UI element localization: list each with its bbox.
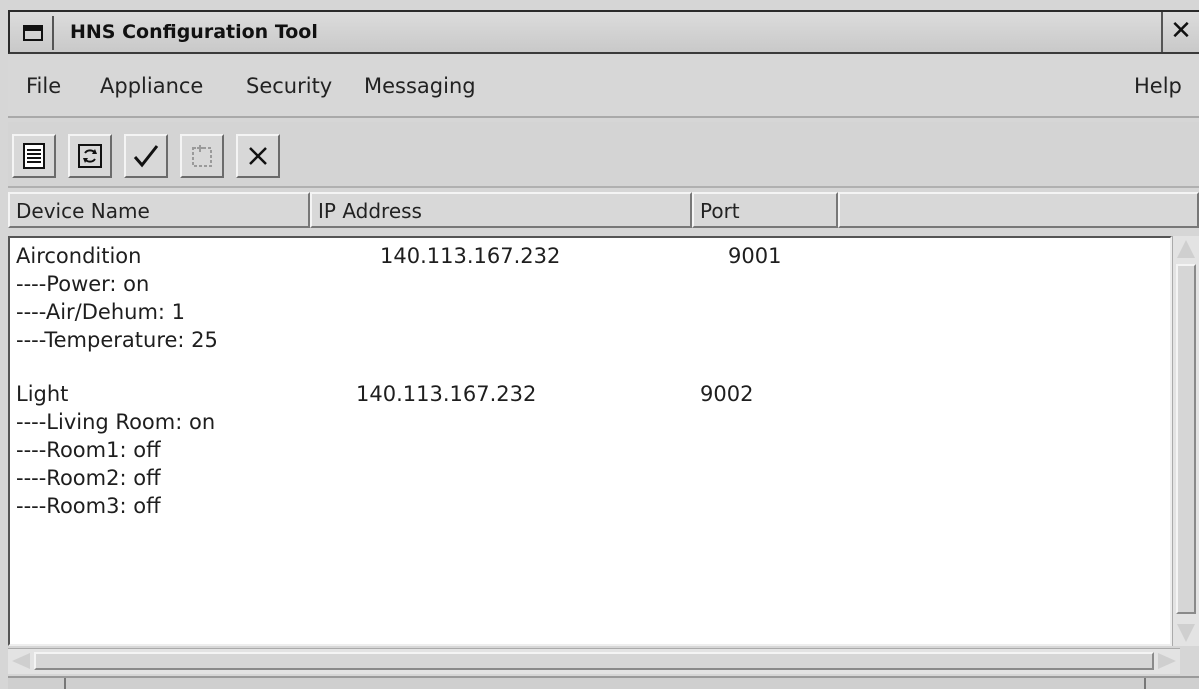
status-divider xyxy=(1144,678,1146,689)
close-button[interactable]: ✕ xyxy=(1161,12,1199,52)
device-port[interactable]: 9002 xyxy=(700,382,753,406)
title-bar[interactable]: HNS Configuration Tool ✕ xyxy=(8,10,1199,54)
vertical-scrollbar[interactable] xyxy=(1172,236,1199,646)
horizontal-scrollbar[interactable] xyxy=(8,648,1180,674)
apply-button[interactable] xyxy=(124,134,168,178)
column-header-port[interactable]: Port xyxy=(692,192,838,228)
menu-bar: File Appliance Security Messaging Help xyxy=(8,56,1199,118)
column-header-device-name[interactable]: Device Name xyxy=(8,192,310,228)
menu-security[interactable]: Security xyxy=(246,74,332,98)
device-property[interactable]: ----Room2: off xyxy=(16,466,161,490)
scroll-up-arrow-icon[interactable] xyxy=(1177,240,1195,258)
menu-help[interactable]: Help xyxy=(1134,74,1182,98)
device-property[interactable]: ----Power: on xyxy=(16,272,149,296)
device-property[interactable]: ----Room3: off xyxy=(16,494,161,518)
window-menu-button[interactable] xyxy=(14,16,54,50)
edit-icon xyxy=(192,145,212,167)
new-document-button[interactable] xyxy=(12,134,56,178)
device-ip[interactable]: 140.113.167.232 xyxy=(356,382,536,406)
delete-button[interactable] xyxy=(236,134,280,178)
device-property[interactable]: ----Temperature: 25 xyxy=(16,328,218,352)
device-ip[interactable]: 140.113.167.232 xyxy=(380,244,560,268)
window-title: HNS Configuration Tool xyxy=(70,21,318,43)
toolbar xyxy=(8,122,1199,188)
status-bar xyxy=(8,676,1199,689)
device-name[interactable]: Light xyxy=(16,382,68,406)
scroll-left-arrow-icon[interactable] xyxy=(12,653,30,669)
column-header-ip-address[interactable]: IP Address xyxy=(310,192,692,228)
menu-file[interactable]: File xyxy=(26,74,61,98)
menu-appliance[interactable]: Appliance xyxy=(100,74,203,98)
refresh-icon xyxy=(78,144,102,168)
edit-button[interactable] xyxy=(180,134,224,178)
device-name[interactable]: Aircondition xyxy=(16,244,141,268)
horizontal-scroll-thumb[interactable] xyxy=(34,652,1154,670)
vertical-scroll-thumb[interactable] xyxy=(1176,264,1196,614)
device-property[interactable]: ----Room1: off xyxy=(16,438,161,462)
delete-x-icon xyxy=(249,147,267,165)
device-list[interactable]: Aircondition 140.113.167.232 9001 ----Po… xyxy=(8,236,1172,646)
column-header-row: Device Name IP Address Port xyxy=(8,192,1199,228)
scroll-down-arrow-icon[interactable] xyxy=(1177,624,1195,642)
menu-messaging[interactable]: Messaging xyxy=(364,74,476,98)
device-port[interactable]: 9001 xyxy=(728,244,781,268)
status-divider xyxy=(64,678,66,689)
app-window: HNS Configuration Tool ✕ File Appliance … xyxy=(0,0,1199,689)
document-icon xyxy=(23,143,45,169)
checkmark-icon xyxy=(133,145,159,168)
device-property[interactable]: ----Air/Dehum: 1 xyxy=(16,300,185,324)
column-header-empty xyxy=(838,192,1199,228)
window-menu-icon xyxy=(23,25,43,41)
device-property[interactable]: ----Living Room: on xyxy=(16,410,215,434)
refresh-button[interactable] xyxy=(68,134,112,178)
scroll-right-arrow-icon[interactable] xyxy=(1158,653,1176,669)
